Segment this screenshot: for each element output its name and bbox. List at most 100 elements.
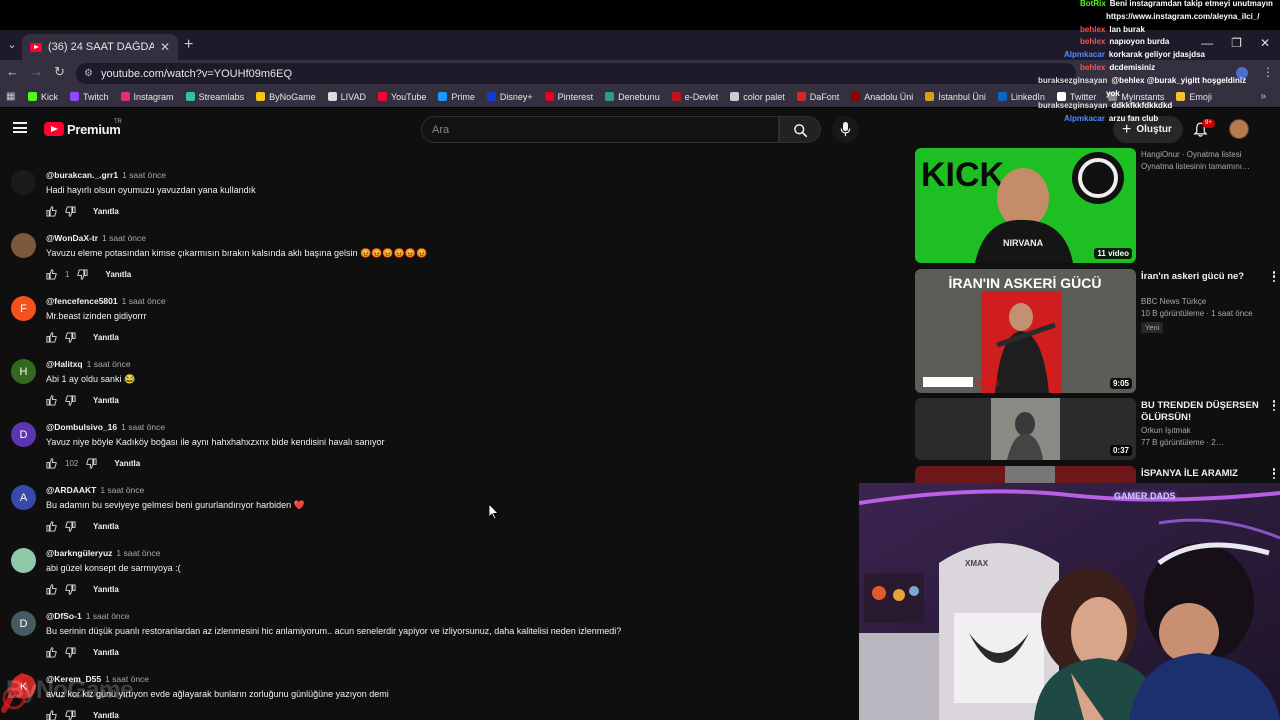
commenter-avatar[interactable] [11,170,36,195]
related-video-item[interactable]: İSPANYA İLE ARAMIZ [913,466,1280,484]
dislike-thumb-down-icon[interactable] [77,268,88,280]
close-tab-icon[interactable]: ✕ [160,40,170,54]
comment-timestamp[interactable]: 1 saat önce [87,359,131,369]
comment-timestamp[interactable]: 1 saat önce [100,485,144,495]
related-video-item[interactable]: 0:37 BU TRENDEN DÜŞERSEN ÖLÜRSÜN! Orkun Iş… [913,398,1280,464]
bookmark-item[interactable]: ByNoGame [250,92,322,102]
bookmark-item[interactable]: Streamlabs [180,92,251,102]
reply-button[interactable]: Yanıtla [93,711,119,720]
reply-button[interactable]: Yanıtla [93,207,119,216]
bookmark-item[interactable]: Denebunu [599,92,666,102]
search-input[interactable]: Ara [421,116,779,143]
video-thumbnail[interactable]: 0:37 [915,398,1136,460]
site-info-icon[interactable]: ⚙ [84,68,93,79]
url-field[interactable]: ⚙ youtube.com/watch?v=YOUHf09m6EQ [76,63,1076,84]
video-more-options-icon[interactable] [1271,271,1277,282]
youtube-logo-icon[interactable] [44,122,64,136]
search-button[interactable] [779,116,821,143]
like-thumb-up-icon[interactable] [46,268,57,280]
bookmark-item[interactable]: LIVAD [322,92,372,102]
video-more-options-icon[interactable] [1271,400,1277,411]
reply-button[interactable]: Yanıtla [114,459,140,468]
comment-timestamp[interactable]: 1 saat önce [102,233,146,243]
commenter-avatar[interactable]: H [11,359,36,384]
like-thumb-up-icon[interactable] [46,394,57,406]
bookmark-item[interactable]: Prime [432,92,481,102]
related-video-item[interactable]: İRAN'IN ASKERİ GÜCÜ NEWS 9:05 İran'ın asker… [913,269,1280,397]
like-thumb-up-icon[interactable] [46,520,57,532]
bookmark-item[interactable]: Kick [22,92,64,102]
dislike-thumb-down-icon[interactable] [65,520,76,532]
reply-button[interactable]: Yanıtla [93,522,119,531]
comment-username[interactable]: @WonDaX-tr [46,233,98,243]
commenter-avatar[interactable]: D [11,611,36,636]
bookmark-item[interactable]: e-Devlet [666,92,725,102]
comment-timestamp[interactable]: 1 saat önce [116,548,160,558]
video-thumbnail[interactable] [915,466,1136,484]
dislike-thumb-down-icon[interactable] [65,394,76,406]
reply-button[interactable]: Yanıtla [105,270,131,279]
comment-username[interactable]: @ARDAAKT [46,485,96,495]
hamburger-menu-icon[interactable] [13,122,27,133]
comment-username[interactable]: @burakcan._.grr1 [46,170,118,180]
reply-button[interactable]: Yanıtla [93,396,119,405]
video-channel-name[interactable]: HangiOnur · Oynatma listesi [1141,150,1241,159]
commenter-avatar[interactable]: D [11,422,36,447]
bookmark-item[interactable]: İstanbul Üni [919,92,992,102]
like-thumb-up-icon[interactable] [46,709,57,720]
browser-tab-active[interactable]: (36) 24 SAAT DAĞDA MAHSUR ✕ [22,34,178,60]
commenter-avatar[interactable]: F [11,296,36,321]
comment-username[interactable]: @fencefence5801 [46,296,118,306]
voice-search-button[interactable] [832,116,859,143]
apps-grid-icon[interactable]: ▦ [6,91,16,102]
comment-username[interactable]: @barkngüleryuz [46,548,112,558]
dislike-thumb-down-icon[interactable] [65,205,76,217]
reply-button[interactable]: Yanıtla [93,333,119,342]
new-tab-plus-icon[interactable]: + [184,37,193,53]
like-thumb-up-icon[interactable] [46,331,57,343]
reply-button[interactable]: Yanıtla [93,648,119,657]
video-title[interactable]: BU TRENDEN DÜŞERSEN ÖLÜRSÜN! [1141,400,1261,424]
comment-timestamp[interactable]: 1 saat önce [122,170,166,180]
bookmark-item[interactable]: Disney+ [481,92,539,102]
bookmark-item[interactable]: YouTube [372,92,432,102]
tab-search-chevron-icon[interactable]: ⌄ [4,37,20,53]
bookmark-item[interactable]: color palet [724,92,791,102]
dislike-thumb-down-icon[interactable] [65,709,76,720]
video-thumbnail[interactable]: KICK NIRVANA 11 video [915,148,1136,263]
like-thumb-up-icon[interactable] [46,646,57,658]
dislike-thumb-down-icon[interactable] [65,646,76,658]
commenter-avatar[interactable]: A [11,485,36,510]
bookmark-item[interactable]: Twitch [64,92,115,102]
like-thumb-up-icon[interactable] [46,457,57,469]
video-channel-name[interactable]: Orkun Işıtmak [1141,426,1191,435]
comment-username[interactable]: @DfSo-1 [46,611,82,621]
video-title[interactable]: İSPANYA İLE ARAMIZ [1141,468,1261,480]
comment-username[interactable]: @Dombulsivo_16 [46,422,117,432]
video-title[interactable]: İran'ın askeri gücü ne? [1141,271,1261,283]
dislike-thumb-down-icon[interactable] [65,331,76,343]
commenter-avatar[interactable] [11,548,36,573]
comment-timestamp[interactable]: 1 saat önce [86,611,130,621]
dislike-thumb-down-icon[interactable] [65,583,76,595]
youtube-premium-text[interactable]: Premium [67,122,121,137]
video-more-options-icon[interactable] [1271,468,1277,479]
forward-arrow-icon[interactable]: → [30,64,43,79]
comment-timestamp[interactable]: 1 saat önce [121,422,165,432]
bookmark-item[interactable]: Anadolu Üni [845,92,919,102]
comment-timestamp[interactable]: 1 saat önce [122,296,166,306]
back-arrow-icon[interactable]: ← [6,64,19,79]
reload-icon[interactable]: ↻ [54,64,65,80]
related-video-item[interactable]: KICK NIRVANA 11 video HangiOnur · Oynatma l… [913,148,1280,267]
bookmark-item[interactable]: Pinterest [539,92,600,102]
dislike-thumb-down-icon[interactable] [86,457,97,469]
commenter-avatar[interactable] [11,233,36,258]
bookmark-item[interactable]: DaFont [791,92,846,102]
like-thumb-up-icon[interactable] [46,205,57,217]
video-thumbnail[interactable]: İRAN'IN ASKERİ GÜCÜ NEWS 9:05 [915,269,1136,393]
comment-username[interactable]: @Halitxq [46,359,83,369]
bookmark-item[interactable]: Instagram [115,92,180,102]
reply-button[interactable]: Yanıtla [93,585,119,594]
video-channel-name[interactable]: BBC News Türkçe [1141,297,1206,306]
like-thumb-up-icon[interactable] [46,583,57,595]
